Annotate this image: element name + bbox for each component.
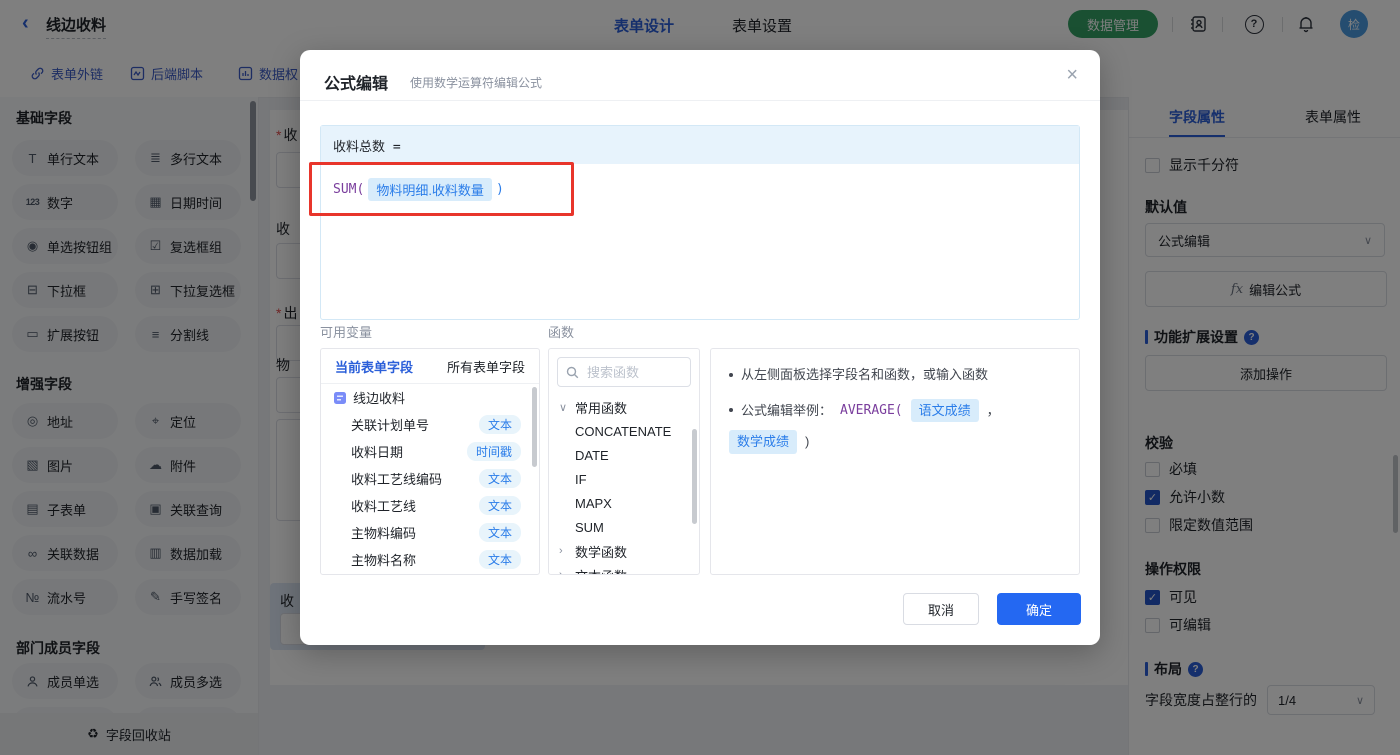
form-doc-icon	[333, 391, 347, 405]
formula-editor[interactable]: 收料总数 = SUM( 物料明细.收料数量 )	[320, 125, 1080, 320]
function-item[interactable]: MAPX	[549, 491, 699, 515]
chevron-down-icon: ∨	[559, 401, 568, 414]
divider	[300, 100, 1100, 101]
type-badge: 文本	[478, 550, 521, 569]
bullet-icon	[729, 408, 733, 413]
variable-row[interactable]: 收料日期 时间戳	[321, 438, 539, 465]
chevron-right-icon: ›	[559, 569, 563, 575]
modal-title: 公式编辑	[324, 76, 389, 93]
type-badge: 文本	[478, 523, 521, 542]
variable-row[interactable]: 主物料编码 文本	[321, 519, 539, 546]
variable-row[interactable]: 关联计划单号 文本	[321, 411, 539, 438]
formula-editor-modal: 公式编辑 使用数学运算符编辑公式 × 收料总数 = SUM( 物料明细.收料数量…	[300, 50, 1100, 645]
function-group-math[interactable]: › 数学函数	[549, 539, 699, 563]
functions-scrollbar[interactable]	[692, 429, 697, 524]
confirm-button[interactable]: 确定	[997, 593, 1081, 625]
example-field-chip: 数学成绩	[729, 430, 798, 454]
example-field-chip: 语文成绩	[910, 398, 979, 422]
tab-all-form-fields[interactable]: 所有表单字段	[447, 357, 525, 376]
formula-target: 收料总数 =	[321, 126, 1079, 164]
function-item[interactable]: DATE	[549, 443, 699, 467]
function-item[interactable]: SUM	[549, 515, 699, 539]
function-group-text[interactable]: ›文本函数	[549, 563, 699, 575]
variables-scrollbar[interactable]	[532, 387, 537, 467]
modal-subtitle: 使用数学运算符编辑公式	[410, 76, 543, 90]
hints-panel: 从左侧面板选择字段名和函数，或输入函数 公式编辑举例： AVERAGE( 语文成…	[710, 348, 1080, 575]
bullet-icon	[729, 372, 733, 377]
variable-row[interactable]: 收料工艺线 文本	[321, 492, 539, 519]
cancel-button[interactable]: 取消	[903, 593, 979, 625]
function-search[interactable]	[557, 357, 691, 387]
variables-panel: 当前表单字段 所有表单字段 线边收料 关联计划单号 文本 收料日期 时间戳 收料工艺…	[320, 348, 540, 575]
type-badge: 时间戳	[466, 442, 521, 461]
functions-label: 函数	[548, 325, 575, 340]
type-badge: 文本	[478, 496, 521, 515]
variable-row[interactable]: 收料工艺线编码 文本	[321, 465, 539, 492]
function-item[interactable]: IF	[549, 467, 699, 491]
variables-label: 可用变量	[320, 325, 373, 340]
tab-current-form-fields[interactable]: 当前表单字段	[335, 357, 413, 376]
chevron-right-icon: ›	[559, 545, 563, 557]
variable-row[interactable]: 主物料名称 文本	[321, 546, 539, 573]
function-item[interactable]: CONCATENATE	[549, 419, 699, 443]
search-icon	[566, 366, 579, 379]
hint-line-2: 公式编辑举例： AVERAGE( 语文成绩 ， 数学成绩 )	[729, 398, 1061, 454]
example-function-name: AVERAGE(	[840, 402, 903, 418]
function-group-common[interactable]: ∨ 常用函数	[549, 395, 699, 419]
type-badge: 文本	[478, 415, 521, 434]
variables-root[interactable]: 线边收料	[321, 384, 539, 411]
function-search-input[interactable]	[585, 363, 689, 381]
annotation-highlight-box	[309, 162, 574, 216]
type-badge: 文本	[478, 469, 521, 488]
functions-panel: ∨常用函数 CONCATENATE DATE IF MAPX SUM ›数学函数…	[548, 348, 700, 575]
hint-line-1: 从左侧面板选择字段名和函数，或输入函数	[729, 365, 1061, 385]
close-icon[interactable]: ×	[1066, 64, 1078, 87]
